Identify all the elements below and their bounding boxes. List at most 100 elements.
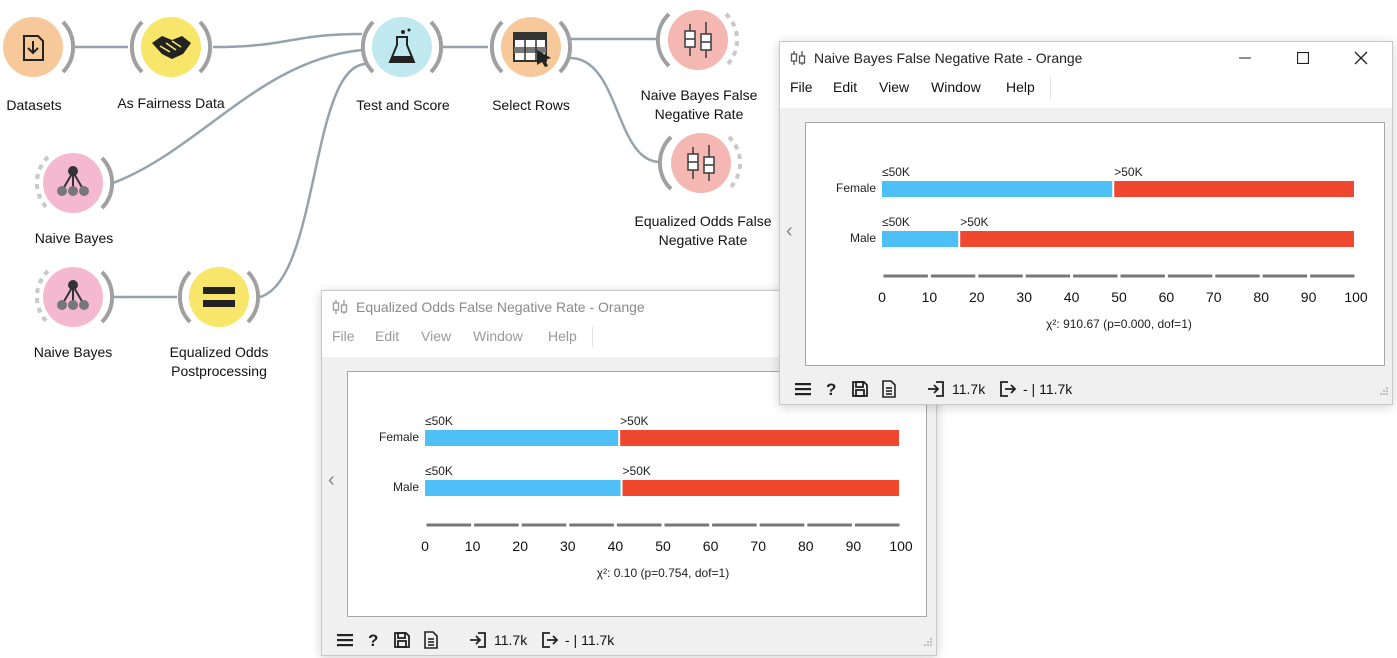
node-label-line: Negative Rate xyxy=(654,106,744,122)
x-tick-mark xyxy=(471,523,475,527)
x-tick-label: 50 xyxy=(1111,289,1127,305)
input-arrow-icon xyxy=(469,631,487,654)
maximize-button[interactable] xyxy=(1274,42,1332,74)
save-floppy-icon[interactable] xyxy=(393,631,411,654)
node-label-datasets: Datasets xyxy=(6,97,62,113)
node-select-rows[interactable] xyxy=(489,17,573,77)
x-tick-label: 40 xyxy=(1064,289,1080,305)
x-tick-mark xyxy=(518,523,522,527)
collapse-chevron-left-icon[interactable]: ‹ xyxy=(786,220,793,243)
bar-segment xyxy=(882,231,959,247)
chi-square-annotation: χ²: 0.10 (p=0.754, dof=1) xyxy=(597,566,729,580)
save-floppy-icon[interactable] xyxy=(851,380,869,403)
node-as-fairness-data[interactable] xyxy=(129,17,213,77)
title-bar[interactable]: Naive Bayes False Negative Rate - Orange xyxy=(780,42,1392,74)
node-label-naive-bayes-fnr: Naive Bayes False Negative Rate xyxy=(641,86,758,124)
report-document-icon[interactable] xyxy=(422,631,440,654)
table-select-icon xyxy=(513,32,551,67)
node-test-and-score[interactable] xyxy=(360,17,444,77)
x-tick-label: 40 xyxy=(608,538,624,554)
hamburger-menu-icon[interactable] xyxy=(794,380,812,403)
window-title: Equalized Odds False Negative Rate - Ora… xyxy=(356,299,645,315)
svg-text:?: ? xyxy=(826,380,836,398)
box-plot-icon xyxy=(790,50,806,71)
x-tick-mark xyxy=(1307,274,1311,278)
menu-file[interactable]: File xyxy=(790,79,813,95)
output-count: - | 11.7k xyxy=(565,632,615,648)
x-tick-label: 80 xyxy=(1253,289,1269,305)
x-tick-label: 90 xyxy=(1301,289,1317,305)
link-fairness-testscore[interactable] xyxy=(212,32,363,49)
input-arrow-icon xyxy=(927,380,945,403)
node-label-line: Equalized Odds xyxy=(169,344,269,360)
node-label-naive-bayes-1: Naive Bayes xyxy=(34,230,114,246)
plot-area: Female ≤50K >50K Male ≤50K >50K 0 10 20 30 40 50 60 7… xyxy=(805,122,1385,366)
x-tick-label: 10 xyxy=(922,289,938,305)
node-datasets[interactable] xyxy=(3,17,76,77)
report-document-icon[interactable] xyxy=(880,380,898,403)
x-tick-mark xyxy=(756,523,760,527)
menu-bar: File Edit View Window Help xyxy=(780,76,1392,100)
node-naive-bayes-fnr[interactable] xyxy=(655,10,740,70)
node-label-line: Naive Bayes False xyxy=(640,87,758,103)
collapse-chevron-left-icon[interactable]: ‹ xyxy=(328,469,335,492)
x-tick-mark xyxy=(709,523,713,527)
chart-svg: Female ≤50K >50K Male ≤50K >50K 0 10 20 30 40 50 60 7… xyxy=(379,414,913,580)
bar-segment xyxy=(425,480,621,496)
help-question-icon[interactable]: ? xyxy=(364,631,382,654)
series-label: >50K xyxy=(960,215,988,229)
menu-help[interactable]: Help xyxy=(548,328,577,344)
node-naive-bayes-1[interactable] xyxy=(34,153,115,213)
x-tick-label: 100 xyxy=(889,538,913,554)
output-arrow-icon xyxy=(541,631,559,654)
x-tick-mark xyxy=(927,274,931,278)
x-tick-label: 90 xyxy=(846,538,862,554)
status-bar: ? 11.7k - | 11.7k xyxy=(780,374,1392,404)
window-title: Naive Bayes False Negative Rate - Orange xyxy=(814,50,1083,66)
x-tick-mark xyxy=(1354,274,1358,278)
plot-area: Female ≤50K >50K Male ≤50K >50K 0 10 20 30 40 50 60 7… xyxy=(347,371,927,617)
x-tick-label: 100 xyxy=(1344,289,1368,305)
menu-edit[interactable]: Edit xyxy=(833,79,857,95)
x-tick-mark xyxy=(899,523,903,527)
minimize-button[interactable] xyxy=(1216,42,1274,74)
category-label: Female xyxy=(836,181,876,195)
x-tick-mark xyxy=(975,274,979,278)
help-question-icon[interactable]: ? xyxy=(822,380,840,403)
x-tick-mark xyxy=(851,523,855,527)
node-equalized-odds-postprocessing[interactable] xyxy=(177,267,261,327)
node-label-select-rows: Select Rows xyxy=(492,97,570,113)
widget-content: ‹ Female ≤50K >50K Male ≤50K >50K 0 10 20 30 40 50 6… xyxy=(780,108,1392,374)
menu-help[interactable]: Help xyxy=(1006,79,1035,95)
x-tick-mark xyxy=(1259,274,1263,278)
menu-file[interactable]: File xyxy=(332,328,355,344)
node-naive-bayes-2[interactable] xyxy=(34,267,115,327)
minimize-icon xyxy=(1239,57,1251,59)
menu-view[interactable]: View xyxy=(421,328,451,344)
chi-square-annotation: χ²: 910.67 (p=0.000, dof=1) xyxy=(1046,317,1192,331)
x-tick-label: 20 xyxy=(969,289,985,305)
link-eqodds-testscore[interactable] xyxy=(259,62,369,299)
menu-view[interactable]: View xyxy=(879,79,909,95)
window-naive-bayes-fnr[interactable]: Naive Bayes False Negative Rate - Orange… xyxy=(779,41,1393,405)
box-plot-icon xyxy=(332,299,348,320)
resize-grip-icon[interactable] xyxy=(923,634,933,652)
hamburger-menu-icon[interactable] xyxy=(336,631,354,654)
close-button[interactable] xyxy=(1332,42,1390,74)
node-equalized-odds-fnr[interactable] xyxy=(657,133,743,193)
resize-grip-icon[interactable] xyxy=(1379,383,1389,401)
bar-segment xyxy=(425,430,619,446)
x-tick-label: 60 xyxy=(703,538,719,554)
node-label-line: Negative Rate xyxy=(658,232,748,248)
x-tick-mark xyxy=(1164,274,1168,278)
menu-window[interactable]: Window xyxy=(931,79,981,95)
menu-window[interactable]: Window xyxy=(473,328,523,344)
node-label-line: Equalized Odds False xyxy=(634,213,772,229)
node-label-test-and-score: Test and Score xyxy=(356,97,450,113)
bar-segment xyxy=(882,181,1113,197)
link-nb1-testscore[interactable] xyxy=(112,48,363,185)
menu-edit[interactable]: Edit xyxy=(375,328,399,344)
x-tick-mark xyxy=(804,523,808,527)
x-tick-label: 70 xyxy=(750,538,766,554)
x-tick-label: 30 xyxy=(560,538,576,554)
